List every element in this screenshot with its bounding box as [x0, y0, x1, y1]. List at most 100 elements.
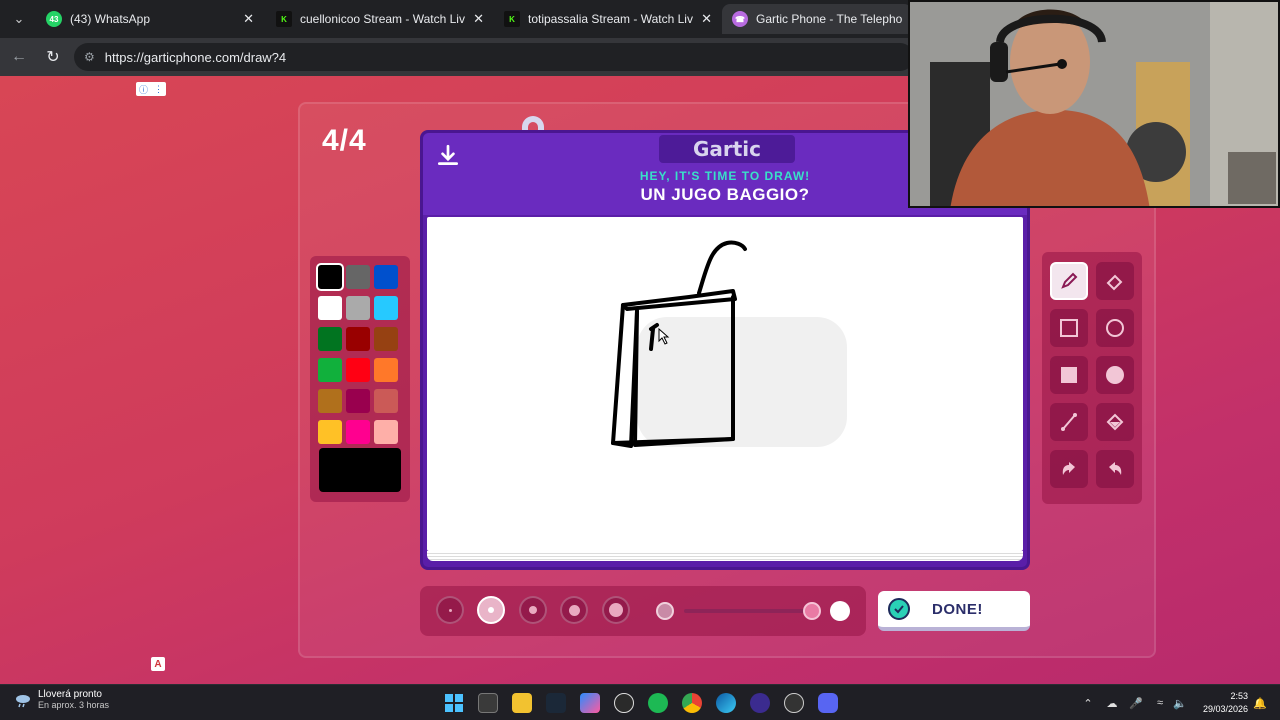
- ad-choices-icon[interactable]: ⓘ ⋮: [136, 82, 166, 96]
- tab-title: cuellonicoo Stream - Watch Live on: [300, 12, 465, 26]
- color-swatch[interactable]: [318, 420, 342, 444]
- chevron-up-icon[interactable]: ⌃: [1080, 695, 1096, 711]
- kick-icon: K: [276, 11, 292, 27]
- canvas-watermark: [637, 317, 847, 447]
- drawing-tools: [1042, 252, 1142, 504]
- tab-title: (43) WhatsApp: [70, 12, 151, 26]
- undo-icon[interactable]: [1050, 450, 1088, 488]
- system-clock[interactable]: 2:53 29/03/2026: [1196, 690, 1248, 716]
- tab-title: totipassalia Stream - Watch Live on: [528, 12, 693, 26]
- whatsapp-icon: 43: [46, 11, 62, 27]
- site-info-icon[interactable]: ⚙: [84, 50, 95, 64]
- color-swatch[interactable]: [318, 296, 342, 320]
- notification-icon[interactable]: 🔔: [1252, 695, 1268, 711]
- clock-date: 29/03/2026: [1202, 704, 1248, 714]
- done-label: DONE!: [932, 600, 983, 618]
- color-swatch[interactable]: [346, 389, 370, 413]
- copilot-icon[interactable]: [580, 693, 600, 713]
- chatgpt-icon[interactable]: [614, 693, 634, 713]
- opacity-low-icon: [656, 602, 674, 620]
- webcam-overlay: [908, 0, 1280, 208]
- tab-title: Gartic Phone - The Telephone Game: [756, 12, 902, 26]
- pencil-icon[interactable]: [1050, 262, 1088, 300]
- fill-bucket-icon[interactable]: [1096, 403, 1134, 441]
- circle-filled-icon[interactable]: [1096, 356, 1134, 394]
- tab-kick-cuellonicoo[interactable]: K cuellonicoo Stream - Watch Live on ✕: [266, 4, 494, 34]
- check-icon: [888, 598, 910, 620]
- color-swatch[interactable]: [374, 265, 398, 289]
- kick-icon: K: [504, 11, 520, 27]
- volume-icon[interactable]: 🔈: [1172, 695, 1188, 711]
- line-icon[interactable]: [1050, 403, 1088, 441]
- download-icon[interactable]: [435, 143, 461, 169]
- microphone-icon[interactable]: 🎤: [1128, 695, 1144, 711]
- windows-start-icon[interactable]: [444, 693, 464, 713]
- extension-a-icon[interactable]: A: [151, 657, 165, 671]
- opacity-slider-handle[interactable]: [803, 602, 821, 620]
- brush-controls: [420, 586, 866, 636]
- rect-outline-icon[interactable]: [1050, 309, 1088, 347]
- color-swatch[interactable]: [346, 296, 370, 320]
- telephone-icon: ☎: [732, 11, 748, 27]
- clock-time: 2:53: [1230, 691, 1248, 701]
- round-counter: 4/4: [322, 124, 367, 157]
- color-swatch[interactable]: [346, 358, 370, 382]
- brush-size-5[interactable]: [602, 596, 630, 624]
- color-swatch[interactable]: [374, 358, 398, 382]
- color-swatch[interactable]: [318, 389, 342, 413]
- gartic-logo: Gartic: [659, 135, 795, 163]
- task-view-icon[interactable]: [478, 693, 498, 713]
- eraser-icon[interactable]: [1096, 262, 1134, 300]
- close-tab-icon[interactable]: ✕: [701, 11, 712, 27]
- brush-size-1[interactable]: [436, 596, 464, 624]
- tab-kick-totipassalia[interactable]: K totipassalia Stream - Watch Live on ✕: [494, 4, 722, 34]
- color-palette: [310, 256, 410, 502]
- redo-icon[interactable]: [1096, 450, 1134, 488]
- proton-vpn-icon[interactable]: [750, 693, 770, 713]
- file-explorer-icon[interactable]: [512, 693, 532, 713]
- color-swatch[interactable]: [316, 263, 344, 291]
- url-text: https://garticphone.com/draw?4: [104, 49, 287, 65]
- weather-title: Lloverá pronto: [38, 689, 102, 700]
- opacity-slider[interactable]: [684, 609, 814, 613]
- steam-icon[interactable]: [546, 693, 566, 713]
- color-swatch[interactable]: [318, 327, 342, 351]
- address-bar[interactable]: ⚙ https://garticphone.com/draw?4: [74, 43, 914, 71]
- close-tab-icon[interactable]: ✕: [473, 11, 484, 27]
- opacity-high-icon: [830, 601, 850, 621]
- rect-filled-icon[interactable]: [1050, 356, 1088, 394]
- drawing-canvas[interactable]: [427, 217, 1023, 551]
- color-swatch[interactable]: [346, 420, 370, 444]
- weather-widget[interactable]: Lloverá pronto En aprox. 3 horas: [14, 689, 109, 710]
- current-color-preview: [319, 448, 401, 492]
- onedrive-cloud-icon[interactable]: ☁: [1104, 695, 1120, 711]
- back-arrow-icon[interactable]: ←: [8, 46, 30, 68]
- color-swatch[interactable]: [346, 265, 370, 289]
- color-swatch[interactable]: [374, 420, 398, 444]
- color-swatch[interactable]: [374, 296, 398, 320]
- tab-gartic-phone[interactable]: ☎ Gartic Phone - The Telephone Game: [722, 4, 912, 34]
- tab-search-chevron-icon[interactable]: ⌄: [6, 6, 32, 32]
- color-swatch[interactable]: [318, 358, 342, 382]
- brush-size-4[interactable]: [560, 596, 588, 624]
- brush-size-3[interactable]: [519, 596, 547, 624]
- webcam-image: [910, 2, 1278, 206]
- wifi-icon[interactable]: ≈: [1152, 695, 1168, 711]
- drawing-strokes: [611, 240, 847, 448]
- brush-size-2[interactable]: [477, 596, 505, 624]
- circle-outline-icon[interactable]: [1096, 309, 1134, 347]
- discord-icon[interactable]: [818, 693, 838, 713]
- edge-icon[interactable]: [716, 693, 736, 713]
- app-icon[interactable]: [784, 693, 804, 713]
- reload-icon[interactable]: ↻: [42, 46, 64, 68]
- notebook-page-edge: [427, 551, 1023, 561]
- rain-cloud-icon: [16, 694, 30, 707]
- tab-whatsapp[interactable]: 43 (43) WhatsApp ✕: [36, 4, 264, 34]
- close-tab-icon[interactable]: ✕: [243, 11, 254, 27]
- chrome-icon[interactable]: [682, 693, 702, 713]
- spotify-icon[interactable]: [648, 693, 668, 713]
- color-swatch[interactable]: [374, 389, 398, 413]
- done-button[interactable]: DONE!: [878, 591, 1030, 631]
- color-swatch[interactable]: [374, 327, 398, 351]
- color-swatch[interactable]: [346, 327, 370, 351]
